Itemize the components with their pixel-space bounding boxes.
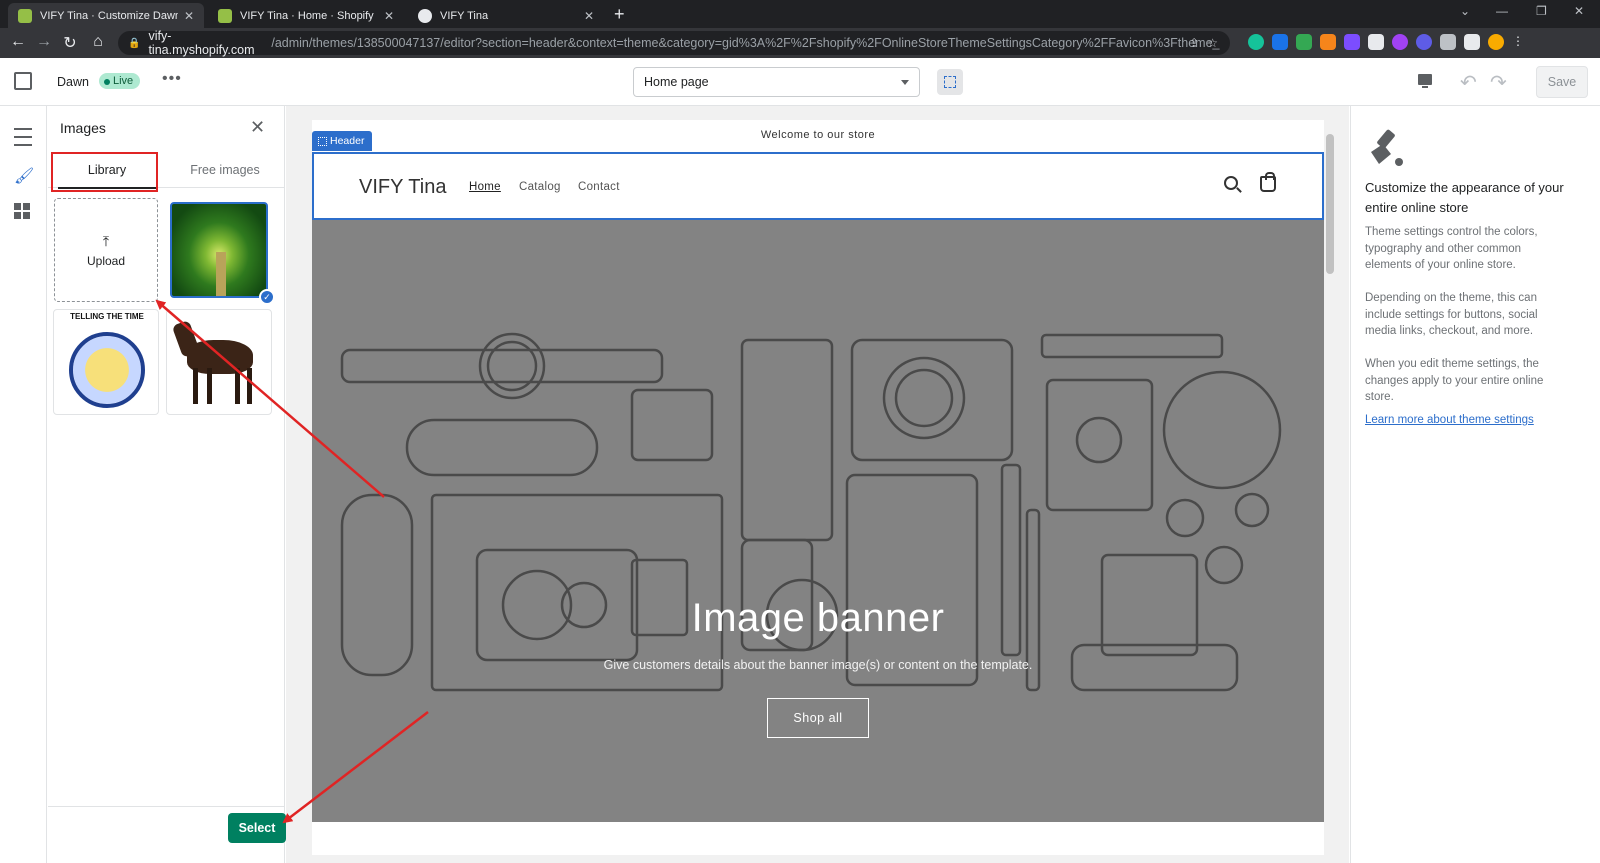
metamask-extension-icon[interactable] [1320, 34, 1336, 50]
store-brand[interactable]: VIFY Tina [359, 176, 446, 199]
editor-sidebar-rail: 🖌 [0, 106, 47, 863]
image-thumbnail-clock[interactable]: TELLING THE TIME [53, 309, 159, 415]
puzzle-icon[interactable] [1440, 34, 1456, 50]
minimize-button[interactable]: — [1496, 4, 1508, 18]
editor-header: Dawn Live ••• Home page ↶ ↷ Save [0, 58, 1600, 106]
restore-button[interactable]: ❐ [1536, 4, 1547, 18]
extension-icon[interactable] [1344, 34, 1360, 50]
close-icon[interactable]: ✕ [584, 9, 594, 23]
extension-icon[interactable] [1272, 34, 1288, 50]
back-icon[interactable]: ← [8, 33, 28, 51]
extensions-row: ⋮ [1248, 34, 1528, 50]
close-icon[interactable]: ✕ [384, 9, 394, 23]
theme-settings-icon[interactable]: 🖌 [14, 166, 34, 185]
settings-description-2: Depending on the theme, this can include… [1365, 292, 1538, 337]
browser-tab-home[interactable]: VIFY Tina · Home · Shopify ✕ [208, 3, 404, 28]
lock-icon: 🔒 [128, 37, 141, 49]
shop-all-button[interactable]: Shop all [767, 698, 869, 738]
paintbrush-icon [1371, 129, 1403, 166]
page-selector-value: Home page [644, 75, 709, 89]
sidepanel-icon[interactable] [1464, 34, 1480, 50]
browser-tab-title: VIFY Tina · Home · Shopify [240, 9, 374, 22]
select-button[interactable]: Select [228, 813, 286, 843]
banner-subtitle: Give customers details about the banner … [603, 658, 1033, 672]
images-panel: Images ✕ Library Free images ⤒ Upload ✓ … [48, 106, 286, 863]
settings-description-1: Theme settings control the colors, typog… [1365, 226, 1538, 271]
address-bar[interactable]: 🔒 vify-tina.myshopify.com /admin/themes/… [118, 29, 1230, 57]
new-tab-button[interactable]: + [614, 4, 625, 25]
inspector-toggle-icon[interactable] [937, 69, 963, 95]
url-path: /admin/themes/138500047137/editor?sectio… [271, 36, 1220, 50]
apps-icon[interactable] [14, 203, 32, 221]
clock-face-graphic [69, 332, 145, 408]
shopify-icon [218, 8, 232, 23]
browser-toolbar: ← → ↻ ⌂ 🔒 vify-tina.myshopify.com /admin… [0, 28, 1600, 58]
browser-tab-strip: VIFY Tina · Customize Dawn · Sho ✕ VIFY … [0, 0, 1600, 28]
image-thumbnail-horse[interactable] [166, 309, 272, 415]
nav-link-catalog[interactable]: Catalog [519, 181, 561, 193]
banner-title: Image banner [691, 596, 945, 640]
browser-tab-customize[interactable]: VIFY Tina · Customize Dawn · Sho ✕ [8, 3, 204, 28]
close-window-button[interactable]: ✕ [1574, 4, 1584, 18]
header-section-tag[interactable]: Header [312, 131, 373, 151]
more-actions-icon[interactable]: ••• [162, 70, 182, 88]
cart-icon[interactable] [1260, 172, 1276, 192]
menu-icon[interactable]: ⋮ [1512, 34, 1528, 50]
grammarly-extension-icon[interactable] [1248, 34, 1264, 50]
learn-more-link[interactable]: Learn more about theme settings [1365, 414, 1534, 426]
tab-search-icon[interactable]: ⌄ [1460, 4, 1470, 18]
theme-name: Dawn [57, 75, 89, 89]
chevron-down-icon [901, 80, 909, 85]
browser-tab-store[interactable]: VIFY Tina ✕ [408, 3, 604, 28]
home-icon[interactable]: ⌂ [88, 33, 108, 51]
desktop-view-icon[interactable] [1418, 74, 1432, 88]
browser-tab-title: VIFY Tina · Customize Dawn · Sho [40, 9, 178, 22]
site-header[interactable]: VIFY Tina Home Catalog Contact [312, 152, 1324, 220]
exit-icon[interactable] [14, 72, 32, 90]
undo-icon[interactable]: ↶ [1460, 70, 1477, 95]
image-banner[interactable]: Image banner Give customers details abou… [312, 220, 1324, 822]
tab-free-images[interactable]: Free images [166, 152, 284, 188]
announcement-bar: Welcome to our store [760, 129, 876, 141]
extension-icon[interactable] [1392, 34, 1408, 50]
page-selector[interactable]: Home page [633, 67, 920, 97]
settings-heading: Customize the appearance of your entire … [1365, 180, 1564, 215]
save-button[interactable]: Save [1536, 66, 1588, 98]
upload-button[interactable]: ⤒ Upload [54, 198, 158, 302]
image-thumbnail-tunnel[interactable] [170, 202, 268, 298]
library-tab-highlight [51, 152, 158, 192]
checkmark-icon: ✓ [259, 289, 275, 305]
upload-icon: ⤒ [102, 233, 110, 249]
theme-settings-info-panel: Customize the appearance of your entire … [1350, 106, 1600, 863]
close-icon[interactable]: ✕ [250, 117, 265, 138]
avatar[interactable] [1488, 34, 1504, 50]
close-icon[interactable]: ✕ [184, 9, 194, 23]
extension-icon[interactable] [1416, 34, 1432, 50]
browser-tab-title: VIFY Tina [440, 9, 489, 22]
search-icon[interactable] [1224, 176, 1238, 190]
globe-icon [418, 8, 432, 23]
reload-icon[interactable]: ↻ [60, 33, 80, 53]
share-icon[interactable]: ⇪ [1189, 36, 1199, 50]
upload-label: Upload [86, 254, 126, 268]
url-host: vify-tina.myshopify.com [148, 29, 255, 57]
nav-link-home[interactable]: Home [469, 181, 501, 193]
extension-icon[interactable] [1296, 34, 1312, 50]
live-badge: Live [99, 73, 141, 89]
shopify-icon [18, 8, 32, 23]
preview-scroll-thumb[interactable] [1326, 134, 1334, 274]
settings-description-3: When you edit theme settings, the change… [1365, 358, 1544, 403]
store-preview: Welcome to our store Header VIFY Tina Ho… [312, 120, 1324, 855]
sections-icon[interactable] [14, 128, 32, 146]
redo-icon[interactable]: ↷ [1490, 70, 1507, 95]
forward-icon[interactable]: → [34, 33, 54, 51]
nav-link-contact[interactable]: Contact [578, 181, 620, 193]
clock-image-title: TELLING THE TIME [70, 312, 144, 321]
extension-icon[interactable] [1368, 34, 1384, 50]
bookmark-star-icon[interactable]: ☆ [1207, 36, 1218, 50]
panel-title: Images [60, 120, 106, 136]
